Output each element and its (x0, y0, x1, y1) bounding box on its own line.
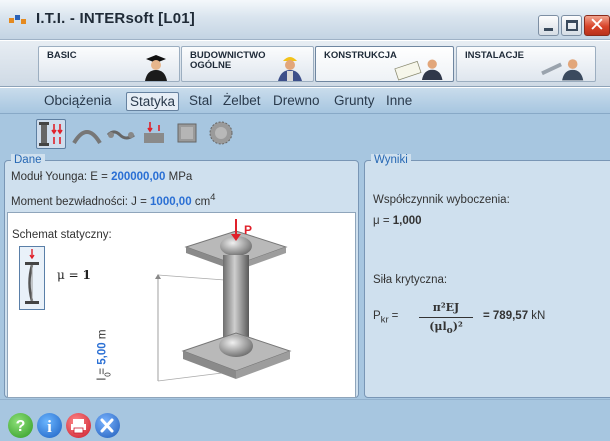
static-scheme-box: Schemat statyczny: μ = 1 P l = 5,00 m 0 (7, 212, 356, 398)
length-subscript: 0 (103, 372, 113, 377)
module-instalacje[interactable]: INSTALACJE (456, 46, 596, 82)
engineer-drawing-icon (394, 59, 443, 81)
module-label: BASIC (47, 50, 77, 61)
settings-button[interactable] (95, 413, 120, 438)
denominator-main: (μl (429, 320, 447, 333)
tab-inne[interactable]: Inne (383, 92, 415, 111)
module-basic[interactable]: BASIC (38, 46, 180, 82)
maximize-button[interactable] (561, 15, 582, 36)
module-konstrukcja[interactable]: KONSTRUKCJA (315, 46, 454, 82)
pkr-subscript: kr (380, 314, 389, 326)
column-illustration (155, 219, 292, 382)
app-logo-icon (9, 15, 26, 24)
info-button[interactable]: i (37, 413, 62, 438)
minimize-button[interactable] (538, 15, 559, 36)
input-data-panel: Dane Moduł Younga: E = 200000,00 MPa Mom… (4, 154, 359, 398)
tab-statyka[interactable]: Statyka (126, 92, 180, 111)
mu-value: 1 (82, 268, 91, 282)
schema-title: Schemat statyczny: (12, 229, 112, 241)
circular-plate-tool[interactable] (207, 119, 237, 149)
youngs-modulus-unit: MPa (168, 171, 193, 183)
scheme-select-button[interactable] (19, 246, 45, 310)
plate-icon (177, 123, 197, 143)
buckling-coefficient-row: μ = 1,000 (373, 215, 422, 227)
results-panel: Wyniki Współczynnik wyboczenia: μ = 1,00… (364, 154, 610, 398)
fraction-numerator: π²EJ (432, 301, 460, 314)
module-bar: BASIC BUDOWNICTWO OGÓLNE KONSTRUKCJA INS… (0, 41, 610, 87)
youngs-modulus-value[interactable]: 200000,00 (111, 171, 165, 183)
statics-toolbar (0, 115, 610, 153)
moment-of-inertia-row: Moment bezwładności: J = 1000,00 cm4 (11, 192, 215, 208)
arch-tool[interactable] (72, 119, 102, 149)
critical-force-label: Siła krytyczna: (373, 274, 448, 286)
fraction-bar (419, 317, 473, 318)
svg-text:?: ? (16, 418, 26, 435)
length-unit: m (96, 329, 109, 340)
settings-icon (100, 418, 114, 433)
panel-title-wyniki: Wyniki (371, 154, 411, 166)
tab-zelbet[interactable]: Żelbet (220, 92, 264, 111)
beam-spring-tool[interactable] (106, 119, 136, 149)
beam-spring-icon (106, 130, 135, 140)
frame-load-tool[interactable] (140, 119, 170, 149)
pinned-column-icon (25, 249, 39, 304)
plate-tool[interactable] (173, 119, 203, 149)
module-label: INSTALACJE (465, 50, 524, 61)
moment-of-inertia-unit: cm (194, 195, 211, 208)
print-button[interactable] (66, 413, 91, 438)
module-label-line2: OGÓLNE (190, 60, 232, 71)
close-icon: ✕ (589, 15, 605, 36)
arch-icon (72, 130, 102, 145)
mu-symbol: μ = (57, 268, 83, 282)
title-bar: I.T.I. - INTERsoft [L01] ✕ (0, 0, 610, 40)
builder-icon (278, 57, 302, 81)
denominator-end: )² (452, 320, 463, 333)
circular-plate-icon (209, 121, 233, 145)
print-icon (71, 419, 86, 434)
mu-result-symbol: μ = (373, 215, 393, 227)
graduate-icon (145, 55, 167, 81)
pkr-equals: = (391, 310, 399, 322)
tab-drewno[interactable]: Drewno (270, 92, 323, 111)
tab-stal[interactable]: Stal (186, 92, 215, 111)
pkr-letter: P (373, 310, 381, 322)
fraction-denominator: (μlo)² (419, 320, 473, 336)
plumber-icon (541, 59, 584, 81)
critical-force-result: = 789,57 kN (483, 310, 545, 322)
minimize-icon (544, 28, 553, 31)
moment-of-inertia-value[interactable]: 1000,00 (150, 196, 192, 208)
mu-coefficient-label: μ = 1 (57, 268, 91, 282)
column-buckling-tool[interactable] (36, 119, 66, 149)
column-buckling-icon (39, 122, 63, 146)
close-button[interactable]: ✕ (584, 15, 610, 36)
info-icon: i (47, 417, 52, 436)
status-bar: ? i (0, 399, 610, 441)
help-button[interactable]: ? (8, 413, 33, 438)
youngs-modulus-row: Moduł Younga: E = 200000,00 MPa (11, 171, 192, 183)
sub-tab-bar: Obciążenia Statyka Stal Żelbet Drewno Gr… (0, 88, 610, 114)
frame-load-icon (144, 122, 164, 143)
pkr-symbol: Pkr = (373, 310, 398, 325)
moment-of-inertia-exponent: 4 (210, 192, 216, 203)
help-icon: ? (16, 418, 26, 435)
critical-force-unit: kN (531, 310, 546, 322)
tab-obciazenia[interactable]: Obciążenia (41, 92, 115, 111)
moment-of-inertia-label: Moment bezwładności: J = (11, 195, 151, 208)
length-value: 5,00 (96, 342, 109, 365)
panel-title-dane: Dane (11, 154, 45, 166)
module-label: KONSTRUKCJA (324, 50, 397, 61)
maximize-icon (566, 20, 578, 31)
buckling-coefficient-label: Współczynnik wyboczenia: (373, 194, 510, 206)
length-label-wrap: l = 5,00 m 0 (96, 321, 121, 391)
svg-text:i: i (47, 417, 52, 436)
critical-force-value: = 789,57 (483, 310, 529, 322)
youngs-modulus-label: Moduł Younga: E = (11, 171, 112, 183)
window-title: I.T.I. - INTERsoft [L01] (36, 10, 195, 27)
module-budownictwo-ogolne[interactable]: BUDOWNICTWO OGÓLNE (181, 46, 314, 82)
load-p-label: P (244, 223, 253, 237)
tab-grunty[interactable]: Grunty (331, 92, 378, 111)
mu-result-value: 1,000 (392, 215, 422, 227)
module-label: BUDOWNICTWO OGÓLNE (190, 51, 265, 71)
